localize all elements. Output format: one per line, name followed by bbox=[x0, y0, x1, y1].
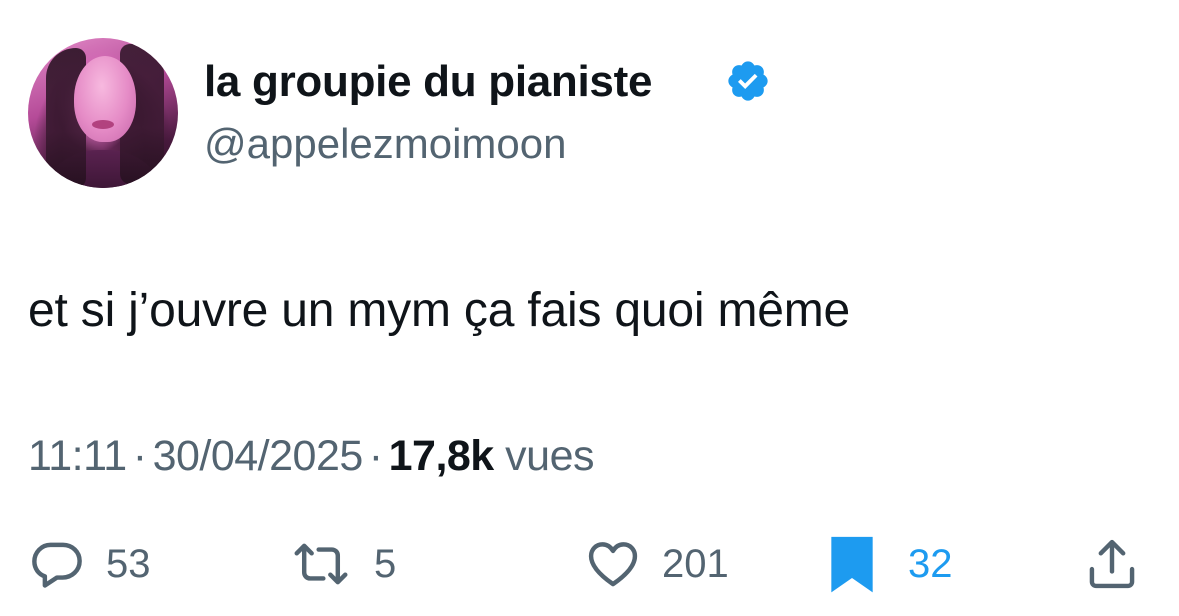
avatar[interactable] bbox=[28, 38, 178, 188]
author-display-name[interactable]: la groupie du pianiste bbox=[204, 54, 652, 110]
tweet-text: et si j’ouvre un mym ça fais quoi même bbox=[28, 284, 851, 337]
avatar-face bbox=[74, 56, 136, 142]
share-upload-icon bbox=[1089, 539, 1135, 589]
views-label: vues bbox=[505, 432, 595, 480]
retweet-arrows-icon bbox=[294, 543, 348, 585]
avatar-lips bbox=[92, 120, 114, 129]
tweet-time[interactable]: 11:11 bbox=[28, 432, 127, 480]
tweet-meta: 11:11 · 30/04/2025 · 17,8k vues bbox=[28, 428, 595, 484]
tweet-date[interactable]: 30/04/2025 bbox=[153, 432, 364, 480]
bookmark-count: 32 bbox=[908, 542, 953, 586]
bookmark-filled-icon bbox=[831, 536, 873, 593]
meta-separator: · bbox=[132, 432, 147, 480]
retweet-count: 5 bbox=[374, 542, 397, 586]
author-handle[interactable]: @appelezmoimoon bbox=[204, 117, 567, 171]
heart-outline-icon bbox=[588, 542, 638, 587]
bookmark-button[interactable]: 32 bbox=[828, 536, 953, 593]
reply-count: 53 bbox=[106, 542, 151, 586]
like-button[interactable]: 201 bbox=[582, 536, 729, 592]
speech-bubble-icon bbox=[32, 542, 82, 588]
views-count: 17,8k bbox=[388, 432, 495, 480]
share-button[interactable] bbox=[1082, 536, 1142, 592]
meta-separator: · bbox=[368, 432, 383, 480]
like-count: 201 bbox=[662, 542, 729, 586]
reply-button[interactable]: 53 bbox=[26, 536, 151, 592]
retweet-button[interactable]: 5 bbox=[286, 536, 396, 592]
verified-badge-icon bbox=[728, 61, 768, 101]
